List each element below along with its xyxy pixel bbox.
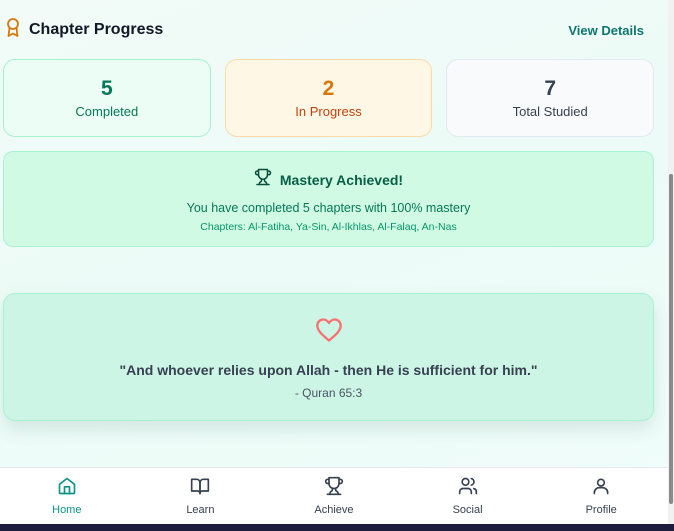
heart-icon <box>315 294 343 348</box>
stats-row: 5 Completed 2 In Progress 7 Total Studie… <box>3 59 655 137</box>
book-icon <box>190 476 210 501</box>
stat-total-label: Total Studied <box>512 104 588 119</box>
nav-home-label: Home <box>52 504 82 516</box>
window-bottom-edge <box>0 524 674 531</box>
stat-total-value: 7 <box>544 77 557 100</box>
bottom-navigation: Home Learn Achieve Social Profile <box>0 467 668 524</box>
stat-in-progress-label: In Progress <box>295 104 362 119</box>
app-screen: Chapter Progress View Details 5 Complete… <box>0 0 668 524</box>
nav-social[interactable]: Social <box>401 468 535 524</box>
quote-text: "And whoever relies upon Allah - then He… <box>119 362 538 378</box>
header-left: Chapter Progress <box>6 17 164 43</box>
vertical-scrollbar[interactable] <box>668 0 674 524</box>
nav-learn[interactable]: Learn <box>134 468 268 524</box>
nav-achieve-label: Achieve <box>314 504 354 516</box>
trophy-icon <box>324 476 344 501</box>
home-icon <box>57 476 77 501</box>
page-title: Chapter Progress <box>29 21 164 38</box>
quote-source: - Quran 65:3 <box>294 386 363 400</box>
award-icon <box>6 17 20 43</box>
scrollbar-thumb[interactable] <box>669 174 673 504</box>
nav-profile[interactable]: Profile <box>534 468 668 524</box>
mastery-text: You have completed 5 chapters with 100% … <box>186 201 471 215</box>
nav-achieve[interactable]: Achieve <box>267 468 401 524</box>
trophy-icon <box>254 168 272 191</box>
nav-learn-label: Learn <box>186 504 215 516</box>
stat-completed-label: Completed <box>75 104 139 119</box>
quote-card: "And whoever relies upon Allah - then He… <box>3 293 654 421</box>
users-icon <box>458 476 478 501</box>
mastery-banner: Mastery Achieved! You have completed 5 c… <box>3 151 654 247</box>
mastery-heading: Mastery Achieved! <box>254 168 403 191</box>
mastery-chapters: Chapters: Al-Fatiha, Ya-Sin, Al-Ikhlas, … <box>200 221 457 233</box>
nav-social-label: Social <box>452 504 483 516</box>
stat-total-card: 7 Total Studied <box>446 59 655 137</box>
stat-in-progress-card: 2 In Progress <box>224 59 433 137</box>
nav-profile-label: Profile <box>585 504 617 516</box>
user-icon <box>591 476 611 501</box>
stat-completed-value: 5 <box>100 77 113 100</box>
chapter-progress-header: Chapter Progress View Details <box>6 16 654 44</box>
stat-in-progress-value: 2 <box>322 77 335 100</box>
view-details-link[interactable]: View Details <box>568 23 644 38</box>
mastery-title: Mastery Achieved! <box>279 171 404 188</box>
nav-home[interactable]: Home <box>0 468 134 524</box>
stat-completed-card: 5 Completed <box>3 59 211 137</box>
